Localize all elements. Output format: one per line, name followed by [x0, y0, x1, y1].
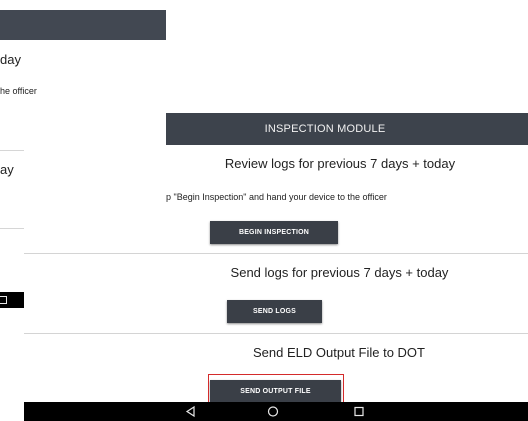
- send-output-file-button[interactable]: SEND OUTPUT FILE: [210, 380, 341, 403]
- begin-inspection-instruction: p "Begin Inspection" and hand your devic…: [166, 192, 387, 202]
- recent-apps-icon: [0, 296, 7, 304]
- recent-apps-icon[interactable]: [352, 402, 366, 421]
- android-navbar: [24, 402, 528, 421]
- background-heading-2: ay: [0, 162, 14, 177]
- background-instruction: he officer: [0, 86, 37, 96]
- page-title: INSPECTION MODULE: [264, 123, 386, 135]
- send-logs-button[interactable]: SEND LOGS: [227, 300, 322, 323]
- send-output-file-heading: Send ELD Output File to DOT: [253, 345, 425, 360]
- background-heading-1: day: [0, 52, 21, 67]
- section-divider: [24, 253, 528, 254]
- begin-inspection-button[interactable]: BEGIN INSPECTION: [210, 221, 338, 244]
- inspection-module-screen: INSPECTION MODULE Review logs for previo…: [24, 112, 528, 421]
- back-icon[interactable]: [184, 402, 198, 421]
- review-logs-heading: Review logs for previous 7 days + today: [224, 156, 456, 171]
- section-divider: [24, 333, 528, 334]
- background-header-bar: [0, 10, 166, 40]
- home-icon[interactable]: [266, 402, 280, 421]
- app-header: INSPECTION MODULE: [166, 113, 528, 145]
- screenshot-stage: day he officer ay INSPECTION MODULE Revi…: [0, 0, 528, 421]
- send-logs-heading: Send logs for previous 7 days + today: [230, 265, 449, 280]
